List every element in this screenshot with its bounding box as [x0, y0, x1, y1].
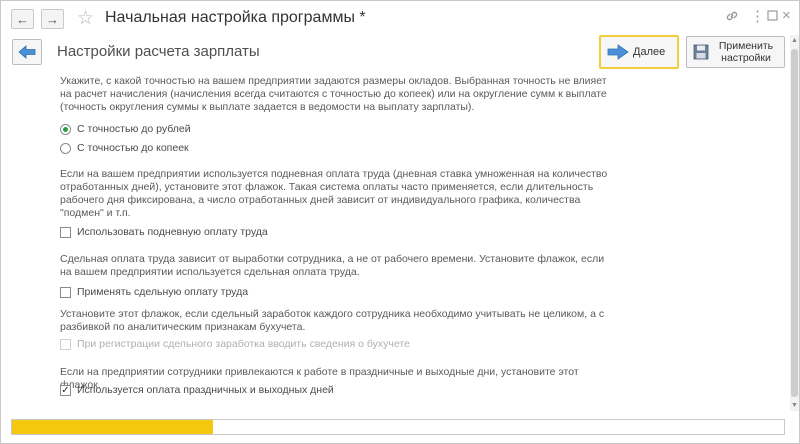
arrow-left-icon	[18, 45, 36, 59]
arrow-right-icon	[607, 44, 629, 60]
checkbox-daily-pay[interactable]: Использовать подневную оплату труда	[60, 226, 268, 239]
apply-label-line1: Применить	[718, 40, 774, 52]
arrow-left-icon: ←	[16, 11, 29, 27]
back-button[interactable]	[12, 39, 42, 65]
checkbox-accounting-analytics: При регистрации сдельного заработка ввод…	[60, 338, 410, 351]
more-icon[interactable]: ⋮	[750, 7, 765, 25]
checkbox[interactable]: ✓	[60, 385, 71, 396]
window: ← → ☆ Начальная настройка программы * ⋮ …	[0, 0, 800, 444]
close-icon[interactable]: ×	[782, 7, 791, 24]
scroll-down-icon[interactable]: ▼	[791, 402, 798, 409]
checkbox-piece-rate[interactable]: Применять сдельную оплату труда	[60, 286, 248, 299]
radio-button[interactable]	[60, 124, 71, 135]
checkbox[interactable]	[60, 227, 71, 238]
checkbox-label: Использовать подневную оплату труда	[77, 226, 268, 238]
favorite-star-icon[interactable]: ☆	[77, 7, 94, 30]
next-button[interactable]: Далее	[599, 35, 679, 69]
apply-label-line2: настройки	[721, 52, 771, 64]
checkbox-holiday-pay[interactable]: ✓ Используется оплата праздничных и выхо…	[60, 384, 334, 397]
checkbox-label: При регистрации сдельного заработка ввод…	[77, 338, 410, 350]
piece-rate-description: Сдельная оплата труда зависит от выработ…	[60, 253, 605, 278]
radio-label: С точностью до копеек	[77, 142, 189, 154]
settings-content: Укажите, с какой точностью на вашем пред…	[1, 71, 789, 411]
checkbox-label: Применять сдельную оплату труда	[77, 286, 249, 298]
maximize-icon[interactable]	[767, 8, 778, 25]
rounding-description: Укажите, с какой точностью на вашем пред…	[60, 75, 607, 113]
radio-label: С точностью до рублей	[77, 123, 191, 135]
scroll-up-icon[interactable]: ▲	[791, 37, 798, 44]
checkbox-label: Используется оплата праздничных и выходн…	[77, 384, 334, 396]
next-button-label: Далее	[633, 46, 666, 58]
radio-option-rubles[interactable]: С точностью до рублей	[60, 123, 191, 136]
apply-settings-label: Применить настройки	[715, 40, 777, 64]
progress-bar	[11, 419, 785, 435]
nav-forward-button[interactable]: →	[41, 9, 64, 29]
vertical-scrollbar[interactable]: ▲ ▼	[790, 35, 799, 411]
daily-pay-description: Если на вашем предприятии используется п…	[60, 168, 608, 219]
checkbox[interactable]	[60, 287, 71, 298]
apply-settings-button[interactable]: Применить настройки	[686, 36, 785, 68]
scrollbar-thumb[interactable]	[791, 49, 798, 397]
progress-fill	[12, 420, 213, 434]
checkbox	[60, 339, 71, 350]
save-icon	[693, 44, 709, 60]
page-title: Настройки расчета зарплаты	[57, 43, 260, 60]
analytics-description: Установите этот флажок, если сдельный за…	[60, 308, 605, 333]
window-title: Начальная настройка программы *	[105, 9, 366, 26]
nav-back-button[interactable]: ←	[11, 9, 34, 29]
radio-option-kopecks[interactable]: С точностью до копеек	[60, 142, 189, 155]
radio-button[interactable]	[60, 143, 71, 154]
link-icon[interactable]	[725, 9, 739, 27]
title-bar: ← → ☆ Начальная настройка программы * ⋮ …	[1, 1, 799, 35]
arrow-right-icon: →	[46, 11, 59, 27]
